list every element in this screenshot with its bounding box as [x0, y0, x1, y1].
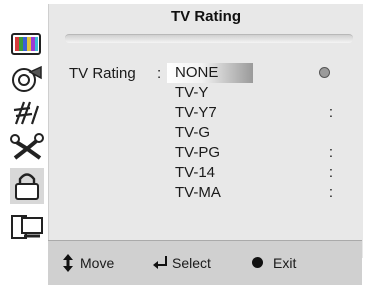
footer-legend: Move Select Exit — [48, 240, 362, 285]
rating-lock-mark: : — [328, 164, 334, 181]
up-down-arrow-icon — [60, 253, 76, 273]
rating-option-label: NONE — [175, 64, 219, 81]
select-label: Select — [172, 255, 211, 271]
lock-icon[interactable] — [10, 168, 44, 204]
move-hint: Move — [60, 253, 114, 273]
exit-label: Exit — [273, 255, 297, 271]
rating-option-label: TV-MA — [175, 184, 221, 201]
rating-lock-mark: : — [328, 184, 334, 201]
rating-options-list: NONE TV-Y TV-Y7 : TV-G TV-PG : TV-14 : T… — [167, 63, 355, 203]
menu-title: TV Rating — [171, 8, 241, 25]
picture-icon[interactable] — [10, 30, 44, 60]
sidebar-menu — [4, 4, 48, 258]
rating-option-tv-pg[interactable]: TV-PG : — [167, 143, 355, 163]
rating-option-tv-g[interactable]: TV-G — [167, 123, 355, 143]
tv-osd-screen: TV Rating TV Rating : NONE TV-Y TV-Y7 : … — [0, 0, 366, 290]
rating-option-label: TV-PG — [175, 144, 221, 161]
rating-option-tv-y7[interactable]: TV-Y7 : — [167, 103, 355, 123]
rating-option-label: TV-14 — [175, 164, 216, 181]
unlocked-circle-icon — [319, 67, 330, 78]
title-divider — [65, 34, 353, 43]
exit-hint: Exit — [252, 253, 296, 273]
select-hint: Select — [152, 253, 211, 273]
enter-icon — [152, 253, 168, 273]
tv-rating-label: TV Rating — [69, 65, 136, 82]
rating-option-label: TV-Y7 — [175, 104, 217, 121]
rating-option-label: TV-G — [175, 124, 211, 141]
tv-rating-colon: : — [157, 65, 162, 82]
rating-lock-mark: : — [328, 104, 334, 121]
pc-input-icon[interactable] — [10, 212, 44, 242]
exit-dot-icon — [252, 257, 263, 268]
channel-antenna-icon[interactable] — [10, 98, 44, 128]
tv-rating-panel: TV Rating TV Rating : NONE TV-Y TV-Y7 : … — [48, 4, 363, 258]
rating-option-tv-14[interactable]: TV-14 : — [167, 163, 355, 183]
rating-option-label: TV-Y — [175, 84, 209, 101]
rating-option-tv-ma[interactable]: TV-MA : — [167, 183, 355, 203]
rating-option-tv-y[interactable]: TV-Y — [167, 83, 355, 103]
sound-icon[interactable] — [10, 64, 44, 94]
rating-lock-mark: : — [328, 144, 334, 161]
move-label: Move — [80, 255, 115, 271]
setup-tools-icon[interactable] — [10, 132, 44, 162]
rating-option-none[interactable]: NONE — [167, 63, 330, 83]
